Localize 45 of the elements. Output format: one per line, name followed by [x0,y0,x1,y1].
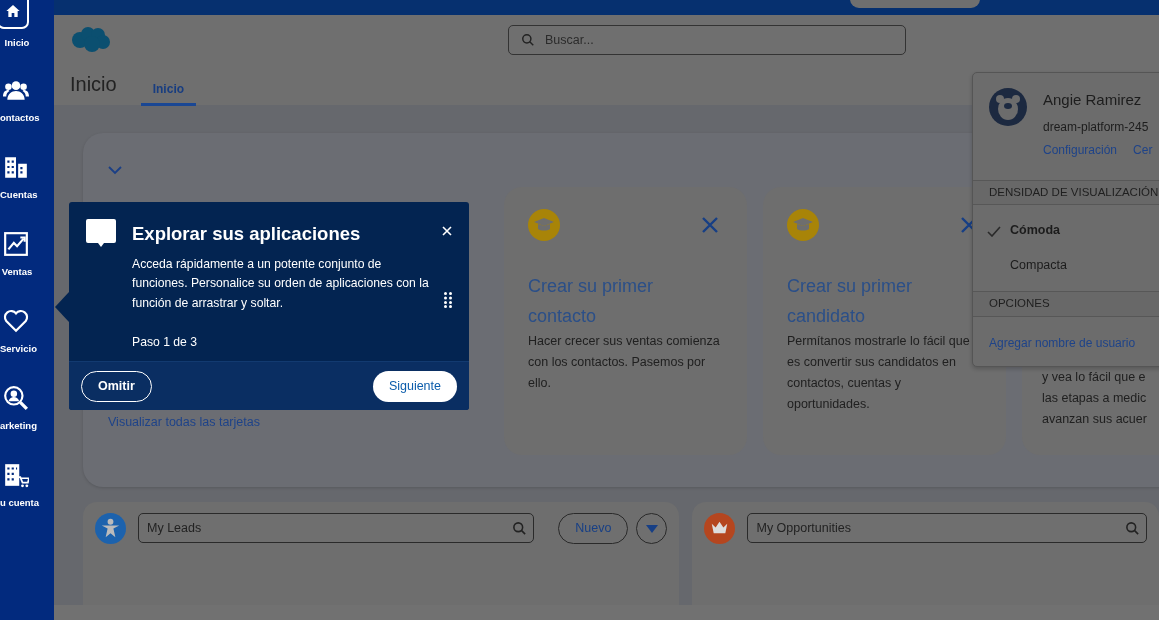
menu-link[interactable]: Agregar nombre de usuario [989,335,1136,350]
sidebar-item[interactable]: Cuentas [0,154,54,231]
sidebar-item[interactable]: Servicio [0,308,54,385]
list-view-field[interactable]: My Opportunities [747,513,1147,543]
step-text: Paso 1 de 3 [132,334,199,352]
sidebar-item[interactable]: arketing [0,385,54,462]
drag-handle-icon[interactable] [444,292,452,308]
new-button[interactable]: Nuevo [558,513,629,544]
list-view-field[interactable]: My Leads [138,513,535,543]
org-name: dream-platform-245 [1043,118,1150,136]
card-description-line: y vea lo fácil que e [1042,369,1147,386]
popover-title: Explorar sus aplicaciones [132,222,362,246]
dropdown-button[interactable] [636,513,668,544]
caret-down-icon [646,524,658,533]
density-option[interactable]: Cómoda [973,213,1159,249]
card-description: Permítanos mostrarle lo fácil que es convertir sus candidatos en contactos, cuentas y oportunidades. [787,333,971,413]
chevron-down-icon [108,166,122,175]
list-view-value: My Opportunities [756,519,852,537]
section-header: OPCIONES [973,291,1159,317]
popover-text: Acceda rápidamente a un potente conjunto de funciones. Personalice su orden de aplicaciones con la función de arrastrar y soltar. [132,255,430,312]
check-icon [987,226,1001,237]
sidebar-item[interactable]: Inicio [0,0,54,77]
card-description-line: avanzan sus acuer [1042,411,1148,428]
page-title: Inicio [70,72,117,97]
list-view-value: My Leads [147,519,203,537]
tab[interactable]: Inicio [140,80,197,106]
density-option[interactable]: Compacta [973,248,1159,284]
graduation-cap-icon [528,209,560,241]
next-button[interactable]: Siguiente [372,370,457,402]
menu-link[interactable]: Cer [1133,140,1153,159]
card-description: Hacer crecer sus ventas comienza con los contactos. Pasemos por ello. [528,333,721,392]
card-description-line: las etapas a medic [1042,390,1148,407]
section-header: DENSIDAD DE VISUALIZACIÓN [973,180,1159,206]
search-field[interactable]: Buscar... [508,25,906,55]
view-all-link[interactable]: Visualizar todas las tarjetas [108,413,260,432]
sidebar-item[interactable]: u cuenta [0,462,54,539]
sidebar-item[interactable]: ontactos [0,77,54,154]
menu-link[interactable]: Configuración [1043,140,1118,159]
sidebar-item[interactable]: Ventas [0,231,54,308]
search-icon [1125,520,1140,536]
bear-avatar-icon [989,88,1027,126]
search-icon [512,520,528,536]
chat-bubble-icon [86,219,116,247]
user-name: Angie Ramirez [1043,90,1143,110]
graduation-cap-icon [787,209,819,241]
